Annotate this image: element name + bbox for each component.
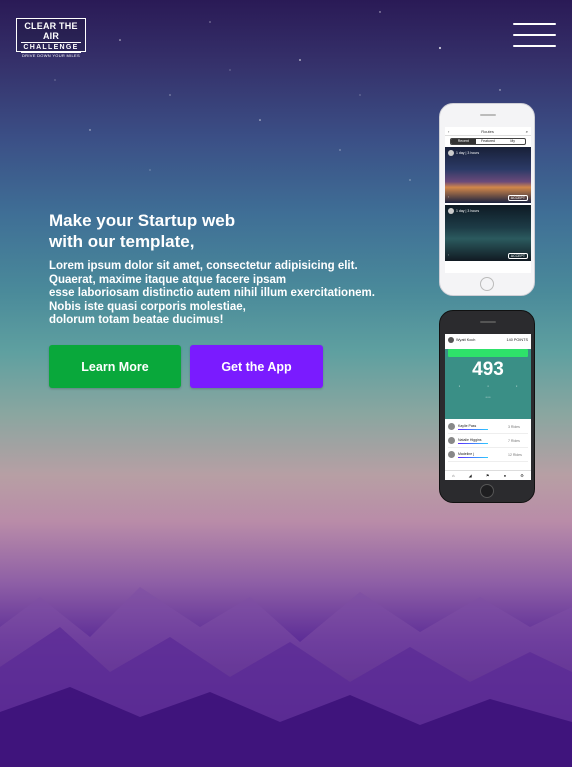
person-name: Natalie Higgins — [458, 437, 482, 442]
live-status-bar — [448, 349, 528, 357]
phone-home-button — [480, 484, 494, 498]
stat-row: ▪ ▪ ▪ — [445, 384, 531, 388]
person-name: Kaylie Pass — [458, 423, 477, 428]
logo-line-3: DRIVE DOWN YOUR MILES — [21, 53, 80, 58]
black-phone-mockup: Wyatt Koch 140 POINTS 493 ▪ ▪ ▪ • • • Ka… — [439, 310, 535, 503]
logo-line-1: CLEAR THE AIR — [24, 21, 78, 41]
route-meta: 1 day | 3 hours — [456, 208, 480, 213]
points-label: 140 POINTS — [506, 338, 528, 342]
back-icon: ‹ — [448, 128, 450, 134]
hero-section: Make your Startup web with our template,… — [49, 210, 409, 328]
progress-bar — [458, 428, 488, 430]
hamburger-menu-icon[interactable] — [513, 23, 556, 49]
list-item: Natalie Higgins 7 Rides — [448, 434, 528, 448]
app-header: ‹ Routes ⌕ — [445, 127, 531, 136]
phone-speaker — [480, 114, 496, 116]
segment-control: Recent Featured My — [450, 138, 526, 145]
menu-bar-3 — [513, 45, 556, 47]
leaderboard-list: Kaylie Pass 3 Rides Natalie Higgins 7 Ri… — [445, 419, 531, 463]
stats-panel: 493 ▪ ▪ ▪ • • • — [445, 349, 531, 419]
route-card-caption: 1 day | 3 hours — [448, 208, 479, 214]
flag-icon: ⚑ — [485, 473, 490, 478]
route-card: 1 day | 3 hours ◦ ACCEPT — [445, 147, 531, 203]
settings-icon: ⚙ — [520, 473, 524, 478]
avatar — [448, 423, 455, 430]
avatar — [448, 437, 455, 444]
route-meta: 1 day | 3 hours — [456, 150, 480, 155]
progress-bar — [458, 456, 488, 458]
mountain-silhouette — [0, 587, 572, 767]
pager-dots: • • • — [485, 395, 491, 399]
accept-badge: ACCEPT — [507, 253, 528, 259]
brand-logo[interactable]: CLEAR THE AIR CHALLENGE DRIVE DOWN YOUR … — [16, 18, 86, 58]
phone-speaker — [480, 321, 496, 323]
ride-count: 12 Rides — [508, 452, 522, 457]
search-icon: ⌕ — [525, 128, 528, 134]
routes-title: Routes — [481, 128, 494, 134]
menu-bar-1 — [513, 23, 556, 25]
phone-home-button — [480, 277, 494, 291]
white-phone-mockup: ‹ Routes ⌕ Recent Featured My 1 day | 3 … — [439, 103, 535, 296]
list-item: Kaylie Pass 3 Rides — [448, 420, 528, 434]
home-icon: ⌂ — [452, 473, 455, 478]
pin-icon: ◦ — [448, 195, 450, 199]
user-icon: ● — [503, 473, 507, 478]
profile-header: Wyatt Koch 140 POINTS — [445, 334, 531, 346]
stat-icon-3: ▪ — [516, 384, 518, 388]
ride-count: 7 Rides — [508, 438, 520, 443]
pin-icon: ◦ — [448, 253, 450, 257]
hero-body: Lorem ipsum dolor sit amet, consectetur … — [49, 260, 375, 326]
chart-icon: ◢ — [468, 473, 472, 478]
avatar — [448, 451, 455, 458]
routes-app-screen: ‹ Routes ⌕ Recent Featured My 1 day | 3 … — [445, 127, 531, 273]
route-card: 1 day | 3 hours ◦ ACCEPT — [445, 205, 531, 261]
menu-bar-2 — [513, 34, 556, 36]
user-name: Wyatt Koch — [456, 338, 476, 342]
person-name: Madeline j — [458, 451, 474, 456]
stat-icon-1: ▪ — [458, 384, 460, 388]
hero-heading: Make your Startup web with our template, — [49, 211, 236, 251]
stat-icon-2: ▪ — [487, 384, 489, 388]
route-card-caption: 1 day | 3 hours — [448, 150, 479, 156]
ride-count: 3 Rides — [508, 424, 520, 429]
progress-bar — [458, 442, 488, 444]
points-app-screen: Wyatt Koch 140 POINTS 493 ▪ ▪ ▪ • • • Ka… — [445, 334, 531, 480]
tab-my: My — [510, 139, 516, 143]
route-card-footer: ◦ ACCEPT — [448, 253, 528, 259]
list-item: Madeline j 12 Rides — [448, 448, 528, 462]
route-card-footer: ◦ ACCEPT — [448, 195, 528, 201]
avatar — [448, 150, 454, 156]
logo-line-2: CHALLENGE — [21, 42, 81, 53]
stat-value: 493 — [472, 359, 504, 380]
get-the-app-button[interactable]: Get the App — [190, 345, 323, 388]
avatar — [448, 337, 454, 343]
accept-badge: ACCEPT — [507, 195, 528, 201]
learn-more-button[interactable]: Learn More — [49, 345, 181, 388]
tab-featured: Featured — [481, 139, 496, 143]
tab-recent: Recent — [451, 139, 476, 144]
bottom-tab-bar: ⌂ ◢ ⚑ ● ⚙ — [445, 470, 531, 480]
avatar — [448, 208, 454, 214]
